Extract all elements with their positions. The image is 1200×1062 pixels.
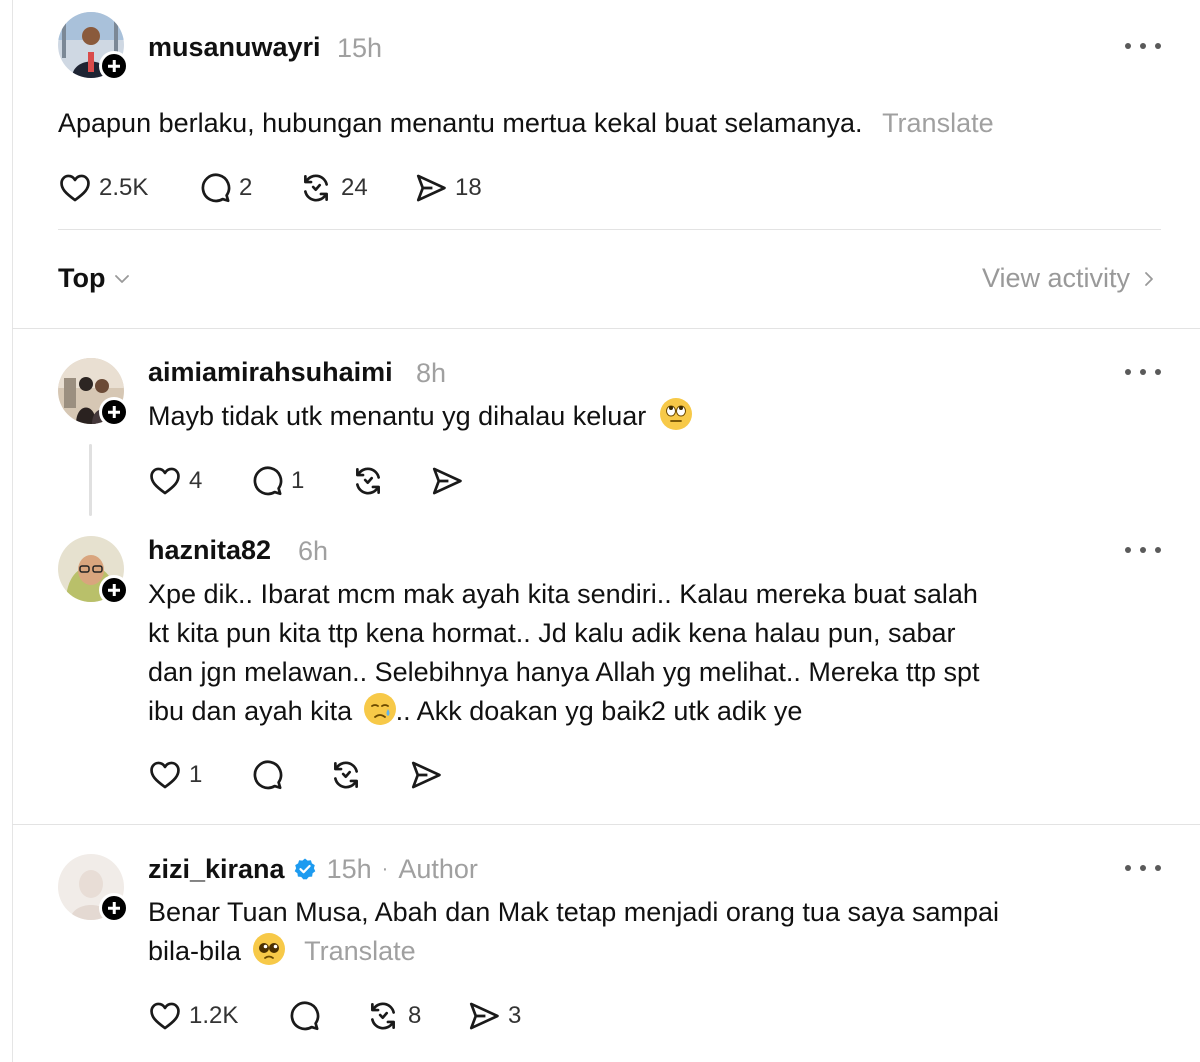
reply-time: 15h: [326, 853, 372, 884]
repost-button[interactable]: 8: [365, 999, 421, 1033]
comment-icon: [250, 758, 284, 792]
share-button[interactable]: [430, 464, 464, 498]
comment-icon: [198, 171, 232, 205]
translate-link[interactable]: Translate: [882, 108, 994, 138]
repost-button[interactable]: 24: [298, 171, 368, 205]
reply-header: zizi_kirana 15h · Author: [148, 853, 478, 885]
reply-text-line: kt kita pun kita ttp kena hormat.. Jd ka…: [148, 618, 956, 648]
repost-count: 8: [408, 1002, 422, 1029]
like-button[interactable]: 2.5K: [58, 171, 148, 205]
like-button[interactable]: 1.2K: [148, 999, 238, 1033]
follow-plus-icon[interactable]: [99, 51, 129, 81]
verified-badge-icon: [294, 858, 315, 880]
reply-time: 6h: [298, 536, 329, 566]
post-text-content: Apapun berlaku, hubungan menantu mertua …: [58, 108, 863, 138]
share-button[interactable]: 3: [467, 999, 521, 1033]
comment-icon: [250, 464, 284, 498]
share-count: 3: [508, 1002, 522, 1029]
reply-text: Benar Tuan Musa, Abah dan Mak tetap menj…: [148, 893, 1148, 971]
heart-icon: [58, 171, 92, 205]
reply-button[interactable]: 2: [198, 171, 252, 205]
repost-button[interactable]: [328, 758, 364, 792]
like-count: 2.5K: [99, 174, 149, 201]
heart-icon: [148, 464, 182, 498]
pleading-face-emoji-icon: [252, 933, 285, 965]
chevron-right-icon: [1145, 271, 1153, 286]
view-activity-link[interactable]: View activity: [982, 263, 1158, 294]
separator-dot: ·: [381, 857, 389, 880]
reply-text-line: Benar Tuan Musa, Abah dan Mak tetap menj…: [148, 897, 1000, 927]
heart-icon: [148, 758, 182, 792]
reply-text: Mayb tidak utk menantu yg dihalau keluar: [148, 397, 692, 436]
repost-button[interactable]: [350, 464, 386, 498]
chevron-down-icon: [115, 274, 130, 283]
like-count: 1: [189, 761, 203, 788]
reply-username[interactable]: haznita82: [148, 535, 271, 566]
divider: [58, 229, 1161, 230]
like-button[interactable]: 1: [148, 758, 202, 792]
follow-plus-icon[interactable]: [99, 893, 129, 923]
author-label: Author: [398, 853, 478, 884]
repost-icon: [298, 171, 334, 205]
repost-icon: [350, 464, 386, 498]
thread-line: [89, 444, 92, 516]
sort-label: Top: [58, 263, 106, 293]
reply-username[interactable]: zizi_kirana: [148, 854, 285, 885]
reply-text-content: Mayb tidak utk menantu yg dihalau keluar: [148, 401, 647, 431]
comment-icon: [287, 999, 321, 1033]
share-button[interactable]: [409, 758, 443, 792]
reply-text-line: dan jgn melawan.. Selebihnya hanya Allah…: [148, 657, 980, 687]
rolling-eyes-emoji-icon: [659, 398, 692, 430]
reply-username[interactable]: aimiamirahsuhaimi: [148, 357, 393, 388]
post-username[interactable]: musanuwayri: [148, 32, 321, 63]
like-count: 1.2K: [189, 1002, 239, 1029]
post-text: Apapun berlaku, hubungan menantu mertua …: [58, 104, 994, 143]
follow-plus-icon[interactable]: [99, 397, 129, 427]
reply-button[interactable]: [287, 999, 321, 1033]
share-count: 18: [455, 174, 482, 201]
reply-text-segment: bila-bila: [148, 936, 242, 966]
more-options-icon[interactable]: [1125, 40, 1161, 52]
repost-count: 24: [341, 174, 368, 201]
crying-face-emoji-icon: [363, 693, 396, 725]
reply-button[interactable]: 1: [250, 464, 304, 498]
reply-text-line: bila-bila Translate: [148, 932, 1148, 971]
reply-count: 2: [239, 174, 253, 201]
heart-icon: [148, 999, 182, 1033]
share-icon: [467, 999, 501, 1033]
follow-plus-icon[interactable]: [99, 575, 129, 605]
share-button[interactable]: 18: [414, 171, 482, 205]
translate-link[interactable]: Translate: [304, 936, 416, 966]
repost-icon: [365, 999, 401, 1033]
reply-text-line: ibu dan ayah kita .. Akk doakan yg baik2…: [148, 692, 1148, 731]
reply-text: Xpe dik.. Ibarat mcm mak ayah kita sendi…: [148, 575, 1148, 731]
reply-time: 8h: [416, 358, 447, 388]
more-options-icon[interactable]: [1125, 366, 1161, 378]
like-count: 4: [189, 467, 203, 494]
sort-dropdown[interactable]: Top: [58, 263, 131, 294]
like-button[interactable]: 4: [148, 464, 202, 498]
divider: [12, 328, 1200, 329]
post-time: 15h: [337, 33, 383, 63]
reply-text-segment: ibu dan ayah kita: [148, 696, 353, 726]
more-options-icon[interactable]: [1125, 862, 1161, 874]
reply-text-line: Xpe dik.. Ibarat mcm mak ayah kita sendi…: [148, 579, 978, 609]
repost-icon: [328, 758, 364, 792]
share-icon: [409, 758, 443, 792]
share-icon: [414, 171, 448, 205]
divider: [12, 824, 1200, 825]
more-options-icon[interactable]: [1125, 544, 1161, 556]
reply-text-segment: .. Akk doakan yg baik2 utk adik ye: [395, 696, 803, 726]
share-icon: [430, 464, 464, 498]
view-activity-label: View activity: [981, 263, 1130, 293]
reply-count: 1: [291, 467, 305, 494]
reply-button[interactable]: [250, 758, 284, 792]
